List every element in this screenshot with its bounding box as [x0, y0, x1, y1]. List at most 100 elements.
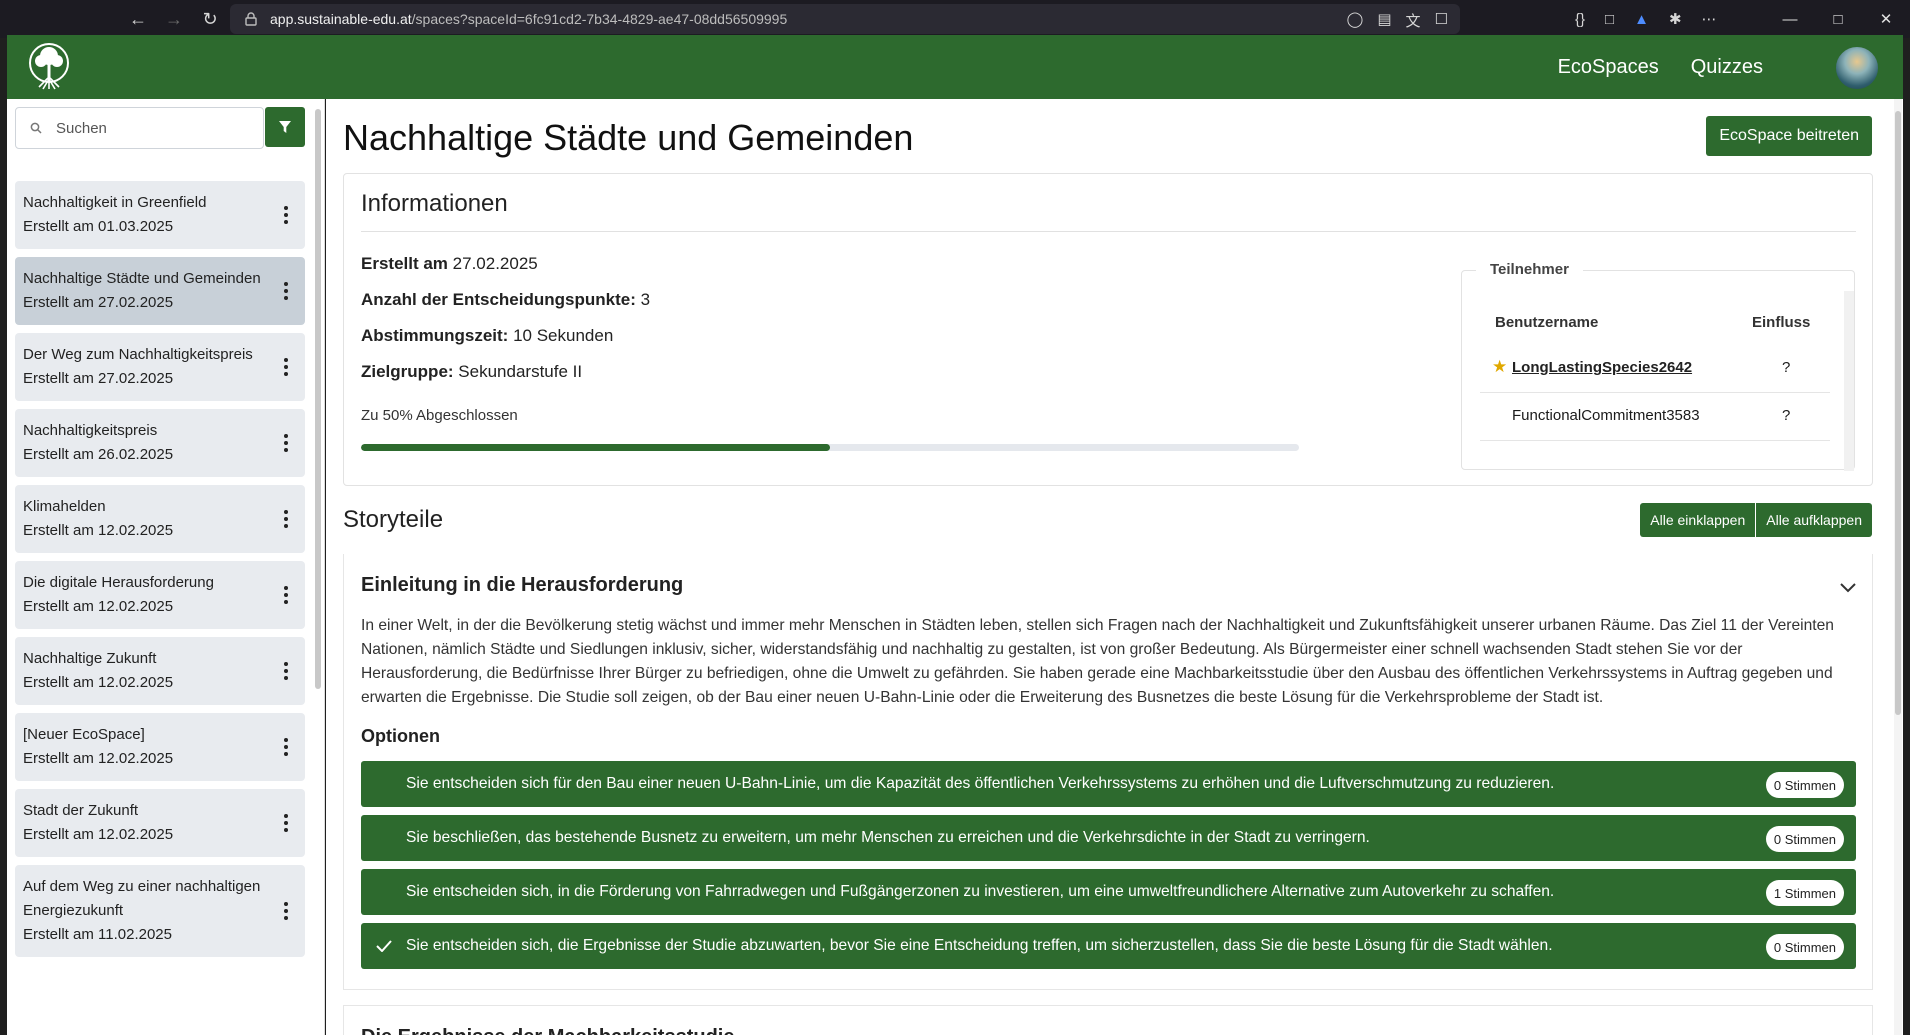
option-text: Sie entscheiden sich, in die Förderung v… — [406, 883, 1555, 900]
extension-shield-icon[interactable]: ▲ — [1634, 11, 1649, 28]
table-row: FunctionalCommitment3583 ? — [1480, 393, 1830, 441]
nav-quizzes[interactable]: Quizzes — [1691, 56, 1763, 79]
kebab-menu-icon[interactable] — [283, 282, 289, 300]
app-header: EcoSpaces Quizzes — [7, 35, 1903, 99]
option-item[interactable]: Sie entscheiden sich für den Bau einer n… — [361, 761, 1856, 807]
votes-badge: 0 Stimmen — [1765, 826, 1844, 852]
extension-json-icon[interactable]: {} — [1575, 11, 1585, 28]
main-scrollbar[interactable] — [1895, 111, 1901, 715]
extensions-icon[interactable]: ✱ — [1669, 10, 1682, 28]
kebab-menu-icon[interactable] — [283, 814, 289, 832]
tree-logo-icon[interactable] — [25, 41, 73, 93]
target-line: Zielgruppe: Sekundarstufe II — [361, 362, 582, 382]
space-name: Der Weg zum Nachhaltigkeitspreis — [23, 346, 253, 363]
search-icon — [16, 122, 56, 134]
forward-icon[interactable]: → — [156, 0, 192, 38]
list-item[interactable]: Der Weg zum Nachhaltigkeitspreis Erstell… — [15, 333, 305, 401]
list-item[interactable]: Nachhaltige Städte und Gemeinden Erstell… — [15, 257, 305, 325]
join-ecospace-button[interactable]: EcoSpace beitreten — [1706, 116, 1872, 156]
participant-name: FunctionalCommitment3583 — [1512, 407, 1700, 424]
sidebar-scrollbar[interactable] — [315, 109, 321, 689]
kebab-menu-icon[interactable] — [283, 358, 289, 376]
column-header-username: Benutzername — [1495, 314, 1599, 331]
kebab-menu-icon[interactable] — [283, 510, 289, 528]
kebab-menu-icon[interactable] — [283, 206, 289, 224]
expand-all-button[interactable]: Alle aufklappen — [1756, 503, 1872, 537]
chevron-down-icon[interactable] — [1840, 1028, 1856, 1035]
story-part-card: Die Ergebnisse der Machbarkeitsstudie — [343, 1005, 1873, 1035]
space-name: Nachhaltige Städte und Gemeinden — [23, 270, 261, 287]
info-title: Informationen — [361, 190, 508, 217]
option-text: Sie entscheiden sich für den Bau einer n… — [406, 775, 1555, 792]
option-item[interactable]: Sie beschließen, das bestehende Busnetz … — [361, 815, 1856, 861]
search-input[interactable] — [56, 119, 246, 137]
filter-button[interactable] — [265, 107, 305, 147]
list-item[interactable]: Nachhaltige Zukunft Erstellt am 12.02.20… — [15, 637, 305, 705]
list-item[interactable]: Nachhaltigkeitspreis Erstellt am 26.02.2… — [15, 409, 305, 477]
bookmark-icon[interactable]: ☐ — [1435, 10, 1448, 31]
story-part-title[interactable]: Einleitung in die Herausforderung — [361, 574, 683, 597]
filter-icon — [279, 121, 291, 133]
checkmark-icon — [374, 936, 394, 956]
kebab-menu-icon[interactable] — [283, 662, 289, 680]
reload-icon[interactable]: ↻ — [192, 0, 228, 38]
space-name: Klimahelden — [23, 498, 106, 515]
space-name: Die digitale Herausforderung — [23, 574, 214, 591]
votes-badge: 0 Stimmen — [1765, 772, 1844, 798]
translate-icon[interactable]: 文 — [1406, 10, 1421, 31]
maximize-icon[interactable]: □ — [1814, 0, 1862, 38]
kebab-menu-icon[interactable] — [283, 586, 289, 604]
progress-fill — [361, 444, 830, 451]
space-name: Stadt der Zukunft — [23, 802, 139, 819]
options-label: Optionen — [361, 726, 440, 746]
option-text: Sie entscheiden sich, die Ergebnisse der… — [406, 937, 1553, 954]
voting-label: Abstimmungszeit: — [361, 326, 509, 345]
kebab-menu-icon[interactable] — [283, 738, 289, 756]
shield-icon[interactable]: ◯ — [1347, 10, 1364, 31]
influence-value: ? — [1782, 359, 1791, 376]
story-part-title[interactable]: Die Ergebnisse der Machbarkeitsstudie — [361, 1026, 734, 1035]
space-date: Erstellt am 11.02.2025 — [23, 926, 172, 943]
progress-bar — [361, 444, 1299, 451]
space-name: Auf dem Weg zu einer nachhaltigen Energi… — [23, 878, 261, 919]
list-item[interactable]: Die digitale Herausforderung Erstellt am… — [15, 561, 305, 629]
option-item-selected[interactable]: Sie entscheiden sich, die Ergebnisse der… — [361, 923, 1856, 969]
kebab-menu-icon[interactable] — [283, 902, 289, 920]
space-date: Erstellt am 12.02.2025 — [23, 522, 174, 539]
avatar[interactable] — [1835, 46, 1879, 90]
divider — [361, 231, 1856, 232]
option-item[interactable]: Sie entscheiden sich, in die Förderung v… — [361, 869, 1856, 915]
list-item[interactable]: Auf dem Weg zu einer nachhaltigen Energi… — [15, 865, 305, 957]
chevron-down-icon[interactable] — [1840, 576, 1856, 599]
decision-label: Anzahl der Entscheidungspunkte: — [361, 290, 636, 309]
ecospace-list: Nachhaltigkeit in Greenfield Erstellt am… — [15, 181, 305, 965]
kebab-menu-icon[interactable] — [283, 434, 289, 452]
space-date: Erstellt am 27.02.2025 — [23, 370, 174, 387]
participants-legend: Teilnehmer — [1476, 261, 1583, 278]
site-info-icon[interactable] — [244, 12, 258, 26]
list-item[interactable]: Nachhaltigkeit in Greenfield Erstellt am… — [15, 181, 305, 249]
search-box — [15, 107, 264, 149]
voting-value: 10 Sekunden — [513, 326, 614, 345]
back-icon[interactable]: ← — [120, 0, 156, 38]
minimize-icon[interactable]: — — [1766, 0, 1814, 38]
space-name: [Neuer EcoSpace] — [23, 726, 145, 743]
reader-view-icon[interactable]: ▤ — [1377, 10, 1391, 31]
collapse-all-button[interactable]: Alle einklappen — [1640, 503, 1757, 537]
target-label: Zielgruppe: — [361, 362, 454, 381]
space-date: Erstellt am 12.02.2025 — [23, 598, 174, 615]
space-date: Erstellt am 26.02.2025 — [23, 446, 174, 463]
space-name: Nachhaltigkeit in Greenfield — [23, 194, 207, 211]
menu-icon[interactable]: ⋯ — [1702, 10, 1717, 28]
list-item[interactable]: Klimahelden Erstellt am 12.02.2025 — [15, 485, 305, 553]
participant-link[interactable]: LongLastingSpecies2642 — [1512, 359, 1692, 376]
address-bar[interactable]: app.sustainable-edu.at/spaces?spaceId=6f… — [230, 4, 1460, 34]
list-item[interactable]: [Neuer EcoSpace] Erstellt am 12.02.2025 — [15, 713, 305, 781]
space-date: Erstellt am 27.02.2025 — [23, 294, 174, 311]
extension-page-icon[interactable]: □ — [1605, 11, 1614, 28]
list-item[interactable]: Stadt der Zukunft Erstellt am 12.02.2025 — [15, 789, 305, 857]
participants-box: Teilnehmer Benutzername Einfluss ★ LongL… — [1461, 261, 1855, 471]
nav-ecospaces[interactable]: EcoSpaces — [1558, 56, 1659, 79]
participants-scrollbar[interactable] — [1844, 291, 1854, 471]
close-icon[interactable]: ✕ — [1862, 0, 1910, 38]
